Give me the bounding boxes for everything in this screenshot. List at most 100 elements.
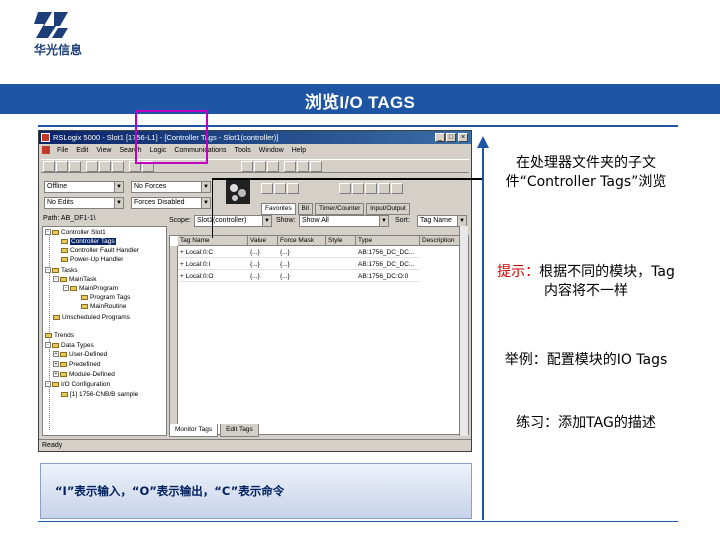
zoom-in-icon[interactable] bbox=[284, 161, 296, 172]
vertical-scrollbar[interactable] bbox=[459, 226, 468, 436]
tags-icon bbox=[61, 238, 68, 244]
ladder-otl-icon[interactable] bbox=[352, 183, 364, 194]
expand-icon[interactable]: + bbox=[53, 361, 59, 368]
table-row-force[interactable]: {...} bbox=[278, 247, 326, 258]
open-file-icon[interactable] bbox=[56, 161, 68, 172]
ladder-otu-icon[interactable] bbox=[365, 183, 377, 194]
program-icon bbox=[70, 285, 77, 291]
chevron-down-icon: ▼ bbox=[379, 216, 388, 226]
col-tag-name[interactable]: Tag Name bbox=[178, 236, 248, 246]
tree-item-tasks[interactable]: - Tasks bbox=[45, 267, 78, 275]
ladder-ote-icon[interactable] bbox=[339, 183, 351, 194]
paste-icon[interactable] bbox=[112, 161, 124, 172]
table-row-value[interactable]: {...} bbox=[248, 271, 278, 282]
tree-item-module-defined[interactable]: + Module-Defined bbox=[53, 371, 115, 379]
forces-combo[interactable]: No Forces ▼ bbox=[131, 181, 211, 193]
maximize-button[interactable]: □ bbox=[446, 133, 456, 142]
collapse-icon[interactable]: - bbox=[45, 267, 51, 274]
ladder-branch-icon[interactable] bbox=[274, 183, 286, 194]
table-row-style[interactable] bbox=[326, 259, 356, 270]
folder-icon bbox=[60, 361, 67, 367]
collapse-icon[interactable]: - bbox=[63, 285, 69, 292]
copy-icon[interactable] bbox=[99, 161, 111, 172]
tree-item-data-types[interactable]: - Data Types bbox=[45, 342, 94, 350]
folder-icon bbox=[52, 381, 59, 387]
tab-bit[interactable]: Bit bbox=[297, 203, 314, 215]
table-row-value[interactable]: {...} bbox=[248, 259, 278, 270]
tab-edit-tags[interactable]: Edit Tags bbox=[220, 424, 259, 437]
tree-item-label: Program Tags bbox=[90, 294, 131, 301]
menu-edit[interactable]: Edit bbox=[72, 145, 92, 157]
col-style[interactable]: Style bbox=[326, 236, 356, 246]
table-row-style[interactable] bbox=[326, 247, 356, 258]
tree-item-mainroutine[interactable]: MainRoutine bbox=[81, 303, 127, 311]
table-row-type[interactable]: AB:1756_DC_DC... bbox=[356, 259, 420, 270]
col-type[interactable]: Type bbox=[356, 236, 420, 246]
ladder-ons-icon[interactable] bbox=[378, 183, 390, 194]
col-value[interactable]: Value bbox=[248, 236, 278, 246]
cut-icon[interactable] bbox=[86, 161, 98, 172]
table-row-name[interactable]: + Local:0:C bbox=[178, 247, 248, 258]
forces-disabled-combo[interactable]: Forces Disabled ▼ bbox=[131, 197, 211, 209]
table-row-style[interactable] bbox=[326, 271, 356, 282]
collapse-icon[interactable]: - bbox=[45, 229, 51, 236]
menu-file[interactable]: File bbox=[53, 145, 72, 157]
close-button[interactable]: × bbox=[458, 133, 468, 142]
tree-item-unscheduled-programs[interactable]: Unscheduled Programs bbox=[53, 314, 130, 322]
tree-item-user-defined[interactable]: + User-Defined bbox=[53, 351, 107, 359]
menu-help[interactable]: Help bbox=[288, 145, 310, 157]
collapse-icon[interactable]: - bbox=[45, 381, 51, 388]
arrow-shaft bbox=[482, 148, 484, 520]
tab-timer-counter[interactable]: Timer/Counter bbox=[314, 203, 365, 215]
tree-item-predefined[interactable]: + Predefined bbox=[53, 361, 100, 369]
table-row-force[interactable]: {...} bbox=[278, 259, 326, 270]
tree-item-io-configuration[interactable]: - I/O Configuration bbox=[45, 381, 110, 389]
table-row-force[interactable]: {...} bbox=[278, 271, 326, 282]
menu-window[interactable]: Window bbox=[255, 145, 288, 157]
tree-item-controller[interactable]: - Controller Slot1 bbox=[45, 229, 106, 237]
mode-combo[interactable]: Offline ▼ bbox=[44, 181, 124, 193]
help-icon[interactable] bbox=[310, 161, 322, 172]
tab-favorites[interactable]: Favorites bbox=[261, 203, 296, 215]
tree-item-io-module[interactable]: [1] 1756-CNB/B sample bbox=[61, 391, 138, 399]
collapse-icon[interactable]: - bbox=[45, 342, 51, 349]
slide-title: 浏览I/O TAGS bbox=[304, 93, 416, 112]
ladder-osr-icon[interactable] bbox=[391, 183, 403, 194]
tree-item-controller-tags[interactable]: Controller Tags bbox=[61, 238, 116, 246]
find-icon[interactable] bbox=[254, 161, 266, 172]
table-row-name[interactable]: + Local:0:I bbox=[178, 259, 248, 270]
tree-item-power-up-handler[interactable]: Power-Up Handler bbox=[61, 256, 123, 264]
verify-icon[interactable] bbox=[241, 161, 253, 172]
tree-item-program-tags[interactable]: Program Tags bbox=[81, 294, 130, 302]
edits-combo[interactable]: No Edits ▼ bbox=[44, 197, 124, 209]
zoom-out-icon[interactable] bbox=[297, 161, 309, 172]
ladder-xic-icon[interactable] bbox=[287, 183, 299, 194]
forces-disabled-value: Forces Disabled bbox=[134, 199, 185, 206]
tab-input-output[interactable]: Input/Output bbox=[366, 203, 410, 215]
tree-item-mainprogram[interactable]: - MainProgram bbox=[63, 285, 118, 293]
tree-item-maintask[interactable]: - MainTask bbox=[53, 276, 96, 284]
expand-icon[interactable]: + bbox=[53, 351, 59, 358]
collapse-icon[interactable]: - bbox=[53, 276, 59, 283]
table-row-type[interactable]: AB:1756_DC_DC... bbox=[356, 247, 420, 258]
tree-item-label: MainRoutine bbox=[90, 303, 127, 310]
scope-combo[interactable]: Slot1(controller) ▼ bbox=[194, 215, 272, 227]
menu-view[interactable]: View bbox=[92, 145, 115, 157]
table-row-value[interactable]: {...} bbox=[248, 247, 278, 258]
expand-icon[interactable]: + bbox=[53, 371, 59, 378]
tag-editor: Scope: Slot1(controller) ▼ Show: Show All… bbox=[169, 215, 469, 437]
col-force-mask[interactable]: Force Mask bbox=[278, 236, 326, 246]
tree-item-trends[interactable]: Trends bbox=[45, 332, 74, 340]
show-combo[interactable]: Show All ▼ bbox=[299, 215, 389, 227]
minimize-button[interactable]: _ bbox=[435, 133, 445, 142]
tree-item-fault-handler[interactable]: Controller Fault Handler bbox=[61, 247, 139, 255]
save-icon[interactable] bbox=[69, 161, 81, 172]
new-file-icon[interactable] bbox=[43, 161, 55, 172]
menu-tools[interactable]: Tools bbox=[230, 145, 254, 157]
tab-monitor-tags[interactable]: Monitor Tags bbox=[169, 424, 219, 437]
note-browse: 在处理器文件夹的子文件“Controller Tags”浏览 bbox=[505, 155, 667, 190]
ladder-rung-icon[interactable] bbox=[261, 183, 273, 194]
properties-icon[interactable] bbox=[267, 161, 279, 172]
table-row-name[interactable]: + Local:0:O bbox=[178, 271, 248, 282]
table-row-type[interactable]: AB:1756_DC:O:0 bbox=[356, 271, 420, 282]
